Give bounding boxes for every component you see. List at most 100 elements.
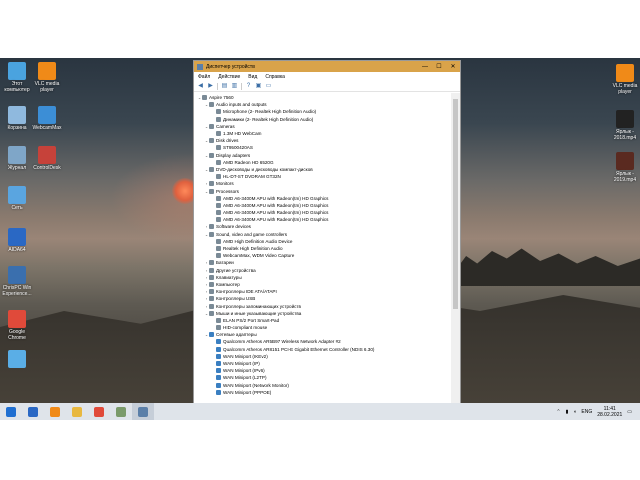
tree-item-label: WAN Miniport (Network Monitor) (223, 382, 289, 388)
tree-item[interactable]: ⌄ Aspire 7560 (194, 94, 452, 101)
desktop-icon[interactable]: Корзина (2, 106, 32, 131)
tree-item[interactable]: Qualcomm Atheros AR5B97 Wireless Network… (194, 338, 452, 345)
taskbar-item[interactable] (110, 403, 132, 420)
desktop-icon[interactable]: Google Chrome (2, 310, 32, 341)
tree-item[interactable]: AMD A6-3400M APU with Radeon(tm) HD Grap… (194, 195, 452, 202)
tree-item[interactable]: ⌄ Sound, video and game controllers (194, 231, 452, 238)
close-button[interactable]: ✕ (446, 63, 460, 70)
tree-item[interactable]: ⌄ Processors (194, 187, 452, 194)
menu-help[interactable]: Справка (265, 74, 285, 80)
taskbar-item[interactable] (44, 403, 66, 420)
chrispc-icon (8, 266, 26, 284)
desktop-icon[interactable]: Ярлык - 2019.mp4 (610, 152, 640, 183)
tree-item[interactable]: ⌄ DVD-дисководы и дисководы компакт-диско… (194, 166, 452, 173)
tree-item-label: Qualcomm Atheros AR8151 PCI-E Gigabit Et… (223, 346, 375, 352)
desktop-icon[interactable]: ControlDesk (32, 146, 62, 171)
tree-item[interactable]: WAN Miniport (Network Monitor) (194, 382, 452, 389)
tree-item[interactable]: WebcamMax, WDM Video Capture (194, 252, 452, 259)
tree-item[interactable]: Microphone (2- Realtek High Definition A… (194, 108, 452, 115)
tree-item[interactable]: › Клавиатуры (194, 274, 452, 281)
desktop-icon[interactable] (2, 350, 32, 369)
title-bar[interactable]: Диспетчер устройств — ☐ ✕ (194, 61, 460, 72)
tree-item[interactable]: HID-compliant mouse (194, 324, 452, 331)
tree-item[interactable]: › Батареи (194, 259, 452, 266)
up-arrow-icon[interactable]: ⌃ (556, 409, 560, 415)
menu-action[interactable]: Действие (218, 74, 240, 80)
taskbar-item[interactable] (88, 403, 110, 420)
tree-item[interactable]: › Monitors (194, 180, 452, 187)
back-arrow-icon[interactable]: ◀ (197, 83, 204, 90)
clock[interactable]: 11:41 28.02.2021 (597, 406, 622, 418)
tree-item[interactable]: WAN Miniport (PPPOE) (194, 389, 452, 396)
minimize-button[interactable]: — (418, 64, 432, 70)
desktop-icon-label: Этот компьютер (4, 81, 30, 93)
properties-icon[interactable]: ▤ (221, 83, 228, 90)
toolbar: ◀ ▶ ▤ ▥ ? ▣ ▭ (194, 81, 460, 92)
menu-view[interactable]: Вид (248, 74, 257, 80)
scrollbar-thumb[interactable] (453, 99, 458, 309)
tree-item[interactable]: WAN Miniport (IPv6) (194, 367, 452, 374)
tree-item[interactable]: ⌄ Сетевые адаптеры (194, 331, 452, 338)
menu-file[interactable]: Файл (198, 74, 210, 80)
tree-item-label: Microphone (2- Realtek High Definition A… (223, 109, 317, 115)
device-icon (209, 281, 214, 287)
tree-item[interactable]: AMD A6-3400M APU with Radeon(tm) HD Grap… (194, 202, 452, 209)
vertical-scrollbar[interactable] (451, 93, 460, 403)
tree-item[interactable]: ⌄ Audio inputs and outputs (194, 101, 452, 108)
tree-item[interactable]: › Контроллеры IDE ATA/ATAPI (194, 288, 452, 295)
taskbar-item[interactable] (132, 403, 154, 420)
tree-item[interactable]: › Другие устройства (194, 267, 452, 274)
device-icon (209, 296, 214, 302)
tree-item[interactable]: 1.3M HD WebCam (194, 130, 452, 137)
tree-item[interactable]: AMD A6-3400M APU with Radeon(tm) HD Grap… (194, 216, 452, 223)
aida64-icon (28, 406, 38, 417)
desktop-icon[interactable]: ChrisPC Win Experience... (2, 266, 32, 297)
desktop-icon[interactable]: WebcamMax (32, 106, 62, 131)
notification-icon[interactable]: ▭ (627, 409, 632, 415)
tree-item[interactable]: ⌄ Мыши и иные указывающие устройства (194, 310, 452, 317)
help-icon[interactable]: ? (245, 83, 252, 90)
tree-item[interactable]: Qualcomm Atheros AR8151 PCI-E Gigabit Et… (194, 346, 452, 353)
taskbar-item[interactable] (66, 403, 88, 420)
desktop-icon[interactable]: AIDA64 (2, 228, 32, 253)
tree-item[interactable]: WAN Miniport (IP) (194, 360, 452, 367)
tree-item[interactable]: ST9500420AS (194, 144, 452, 151)
volume-icon[interactable]: ◖ (573, 409, 576, 415)
taskbar-item[interactable] (22, 403, 44, 420)
tree-item[interactable]: ⌄ Cameras (194, 123, 452, 130)
menu-bar: Файл Действие Вид Справка (194, 72, 460, 81)
desktop-icon[interactable]: VLC media player (32, 62, 62, 93)
tree-item[interactable]: › Компьютер (194, 281, 452, 288)
taskbar-item[interactable] (0, 403, 22, 420)
desktop-icon[interactable]: Журнал (2, 146, 32, 171)
tree-item[interactable]: WAN Miniport (L2TP) (194, 374, 452, 381)
tree-item[interactable]: › Контроллеры запоминающих устройств (194, 302, 452, 309)
tree-item[interactable]: HL-DT-ST DVDRAM GT32N (194, 173, 452, 180)
tree-item[interactable]: AMD High Definition Audio Device (194, 238, 452, 245)
monitor-icon[interactable]: ▭ (265, 83, 272, 90)
tree-item[interactable]: Динамики (2- Realtek High Definition Aud… (194, 116, 452, 123)
desktop-icon[interactable]: Сеть (2, 186, 32, 211)
desktop-icon[interactable]: Ярлык - 2018.mp4 (610, 110, 640, 141)
tree-item[interactable]: › Контроллеры USB (194, 295, 452, 302)
tree-item[interactable]: ⌄ Display adapters (194, 152, 452, 159)
tree-item-label: Realtek High Definition Audio (223, 246, 283, 252)
tree-item[interactable]: ELAN PS/2 Port Smart-Pad (194, 317, 452, 324)
tree-item-label: Qualcomm Atheros AR5B97 Wireless Network… (223, 339, 341, 345)
tree-item[interactable]: WAN Miniport (IKEv2) (194, 353, 452, 360)
scan-hardware-icon[interactable]: ▣ (255, 83, 262, 90)
tree-item[interactable]: › Software devices (194, 223, 452, 230)
network-status-icon[interactable]: ▮ (566, 409, 569, 415)
forward-arrow-icon[interactable]: ▶ (207, 83, 214, 90)
tree-item[interactable]: AMD A6-3400M APU with Radeon(tm) HD Grap… (194, 209, 452, 216)
desktop-icon[interactable]: VLC media player (610, 64, 640, 95)
language-indicator[interactable]: ENG (581, 409, 592, 415)
maximize-button[interactable]: ☐ (432, 63, 446, 70)
tree-item[interactable]: AMD Radeon HD 6520G (194, 159, 452, 166)
tree-item-label: WebcamMax, WDM Video Capture (223, 253, 295, 259)
desktop-icon[interactable]: Этот компьютер (2, 62, 32, 93)
tree-item-label: ST9500420AS (223, 145, 253, 151)
tree-item[interactable]: ⌄ Disk drives (194, 137, 452, 144)
list-icon[interactable]: ▥ (231, 83, 238, 90)
tree-item[interactable]: Realtek High Definition Audio (194, 245, 452, 252)
